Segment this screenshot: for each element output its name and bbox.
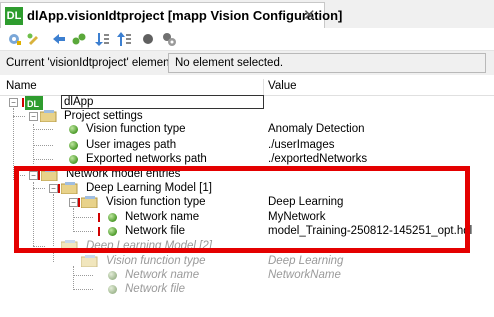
svg-text:DL: DL: [27, 99, 39, 109]
tree-line: [33, 159, 53, 160]
toolbar: [0, 28, 494, 51]
collapse-toggle[interactable]: −: [69, 198, 78, 207]
model-folder-icon: [61, 240, 78, 252]
tree-line: [73, 266, 74, 290]
function-value-disabled[interactable]: Deep Learning: [268, 255, 343, 267]
tree-line: [33, 182, 34, 246]
param-value[interactable]: Anomaly Detection: [268, 123, 365, 135]
tree-line: [33, 124, 34, 164]
parameter-icon: [108, 227, 117, 236]
collapse-toggle[interactable]: −: [9, 98, 18, 107]
tree-line: [73, 275, 93, 276]
network-model-entries-node[interactable]: Network model entries: [66, 168, 180, 180]
entries-folder-icon: [41, 169, 58, 181]
editor-tab[interactable]: DL dlApp.visionIdtproject [mapp Vision C…: [0, 2, 342, 28]
tree-line: [73, 208, 74, 232]
column-separator[interactable]: [263, 79, 264, 95]
tree-line: [73, 217, 93, 218]
error-marker: [78, 198, 80, 207]
sort-down-icon[interactable]: [94, 31, 110, 47]
param-name[interactable]: Network file: [125, 225, 185, 237]
param-value-disabled[interactable]: NetworkName: [268, 269, 341, 281]
tree-line: [53, 252, 54, 262]
column-header-name[interactable]: Name: [6, 80, 37, 92]
parameter-icon: [108, 213, 117, 222]
current-element-bar: Current 'visionIdtproject' element: No e…: [0, 51, 494, 75]
function-folder-icon: [81, 255, 98, 267]
param-value[interactable]: ./userImages: [268, 139, 334, 151]
tree-line: [13, 116, 25, 117]
param-name[interactable]: Vision function type: [86, 123, 186, 135]
error-marker: [38, 171, 40, 180]
tree-line: [33, 145, 53, 146]
edit-icon[interactable]: [26, 31, 42, 47]
dl-file-icon: DL: [5, 7, 23, 25]
model-node-disabled[interactable]: Deep Learning Model [2]: [86, 240, 212, 252]
tree-line: [13, 108, 14, 180]
tree-line: [33, 246, 45, 247]
model-node[interactable]: Deep Learning Model [1]: [86, 182, 212, 194]
record-icon[interactable]: [140, 31, 156, 47]
dl-app-icon: DL: [25, 96, 43, 110]
function-value[interactable]: Deep Learning: [268, 196, 343, 208]
param-name[interactable]: User images path: [86, 139, 176, 151]
parameter-icon: [69, 155, 78, 164]
function-node-disabled[interactable]: Vision function type: [106, 255, 206, 267]
param-value[interactable]: model_Training-250812-145251_opt.hdl: [268, 225, 472, 237]
expand-icon[interactable]: [71, 31, 87, 47]
param-value[interactable]: ./exportedNetworks: [268, 153, 367, 165]
tree-line: [73, 289, 93, 290]
tab-title: dlApp.visionIdtproject [mapp Vision Conf…: [27, 8, 343, 23]
tree-line: [33, 188, 45, 189]
param-name[interactable]: Network name: [125, 211, 199, 223]
current-element-label: Current 'visionIdtproject' element:: [6, 57, 176, 69]
collapse-toggle[interactable]: −: [29, 171, 38, 180]
parameter-icon: [108, 285, 117, 294]
navigate-icon[interactable]: [51, 31, 67, 47]
tree-line: [33, 129, 53, 130]
root-name-field[interactable]: dlApp: [61, 95, 264, 109]
parameter-icon: [108, 271, 117, 280]
close-icon[interactable]: ✕: [303, 6, 316, 24]
error-marker: [58, 184, 60, 193]
param-name-disabled[interactable]: Network file: [125, 283, 185, 295]
parameter-icon: [69, 125, 78, 134]
settings-icon[interactable]: [161, 31, 177, 47]
project-settings-node[interactable]: Project settings: [64, 110, 143, 122]
tree-line: [53, 194, 54, 246]
settings-folder-icon: [40, 110, 57, 122]
param-name[interactable]: Exported networks path: [86, 153, 207, 165]
collapse-toggle[interactable]: −: [49, 184, 58, 193]
error-marker: [22, 98, 24, 107]
model-folder-icon: [61, 182, 78, 194]
column-header: Name Value: [0, 79, 494, 96]
error-marker: [98, 227, 100, 236]
add-vision-application-icon[interactable]: [6, 31, 22, 47]
function-folder-icon: [81, 196, 98, 208]
tree-line: [73, 231, 93, 232]
error-marker: [98, 213, 100, 222]
collapse-toggle[interactable]: −: [29, 112, 38, 121]
current-element-field: No element selected.: [168, 53, 486, 73]
column-header-value[interactable]: Value: [268, 80, 297, 92]
param-value[interactable]: MyNetwork: [268, 211, 326, 223]
parameter-icon: [69, 141, 78, 150]
tree-line: [13, 175, 25, 176]
function-node[interactable]: Vision function type: [106, 196, 206, 208]
sort-up-icon[interactable]: [116, 31, 132, 47]
param-name-disabled[interactable]: Network name: [125, 269, 199, 281]
